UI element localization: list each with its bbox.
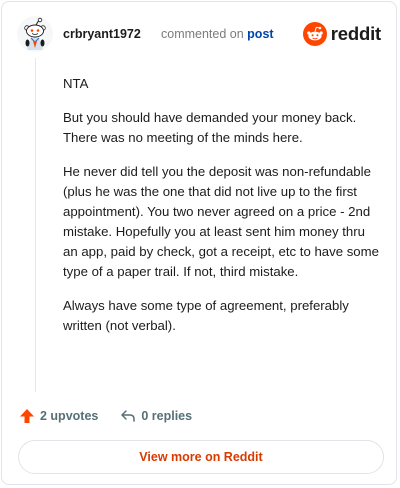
comment-meta: commented on post (161, 27, 274, 41)
view-more-button[interactable]: View more on Reddit (18, 440, 384, 474)
thread-line (35, 58, 36, 392)
comment-body: NTA But you should have demanded your mo… (63, 74, 381, 350)
comment-paragraph: But you should have demanded your money … (63, 110, 357, 145)
reddit-brand[interactable]: reddit (302, 21, 381, 47)
comment-actions: 2 upvotes 0 replies (19, 406, 192, 426)
embedded-comment-card: crbryant1972 commented on post reddit NT… (1, 1, 397, 485)
comment-paragraph: He never did tell you the deposit was no… (63, 164, 379, 279)
user-avatar[interactable] (17, 16, 53, 52)
comment-paragraph: NTA (63, 76, 89, 91)
comment-header: crbryant1972 commented on post reddit (17, 16, 381, 52)
snoo-avatar-icon (17, 16, 53, 52)
reply-count: 0 replies (141, 409, 193, 423)
reddit-logo-icon (302, 22, 327, 46)
reply-arrow-icon (121, 410, 136, 422)
reply-button[interactable]: 0 replies (120, 408, 192, 424)
upvote-count: 2 upvotes (40, 409, 99, 423)
post-link[interactable]: post (247, 27, 273, 41)
comment-author[interactable]: crbryant1972 (63, 27, 141, 41)
upvote-button[interactable]: 2 upvotes (19, 408, 98, 424)
reddit-wordmark: reddit (330, 23, 381, 44)
upvote-arrow-icon (20, 409, 34, 423)
commented-on-text: commented on (161, 27, 244, 41)
comment-paragraph: Always have some type of agreement, pref… (63, 298, 349, 333)
